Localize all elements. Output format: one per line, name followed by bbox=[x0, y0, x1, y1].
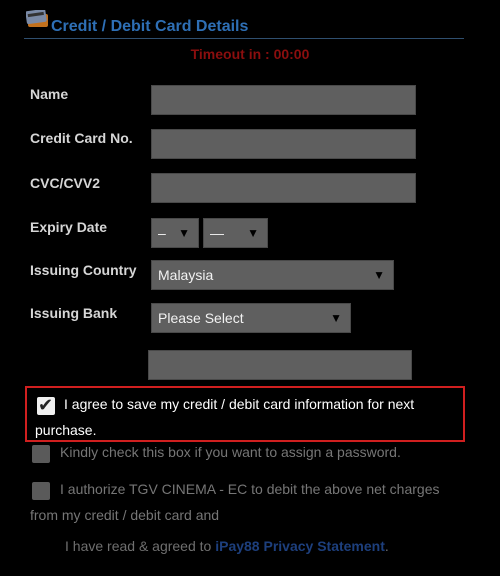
policy-suffix: . bbox=[384, 538, 389, 554]
issuing-country-label: Issuing Country bbox=[30, 262, 137, 278]
name-label: Name bbox=[30, 86, 69, 102]
card-number-label: Credit Card No. bbox=[30, 130, 133, 146]
cvc-input[interactable] bbox=[151, 173, 416, 203]
expiry-month-value: – bbox=[158, 225, 166, 241]
dropdown-arrow-icon: ▼ bbox=[178, 226, 190, 240]
card-number-input[interactable] bbox=[151, 129, 416, 159]
privacy-statement-link[interactable]: iPay88 Privacy Statement bbox=[215, 538, 385, 554]
assign-password-text: Kindly check this box if you want to ass… bbox=[60, 444, 401, 460]
expiry-year-value: — bbox=[210, 225, 224, 241]
policy-prefix: I have read & agreed to bbox=[65, 538, 216, 554]
extra-input[interactable] bbox=[148, 350, 412, 380]
dropdown-arrow-icon: ▼ bbox=[247, 226, 259, 240]
dropdown-arrow-icon: ▼ bbox=[330, 311, 342, 325]
save-card-text: I agree to save my credit / debit card i… bbox=[35, 396, 415, 438]
card-details-header: Credit / Debit Card Details bbox=[24, 8, 464, 39]
issuing-bank-value: Please Select bbox=[158, 310, 244, 326]
cvc-label: CVC/CVV2 bbox=[30, 175, 101, 191]
expiry-year-select[interactable]: — ▼ bbox=[203, 218, 268, 248]
issuing-country-select[interactable]: Malaysia ▼ bbox=[151, 260, 394, 290]
page-title: Credit / Debit Card Details bbox=[51, 18, 249, 35]
privacy-policy-line: I have read & agreed to iPay88 Privacy S… bbox=[65, 538, 389, 554]
credit-card-icon bbox=[26, 10, 48, 27]
dropdown-arrow-icon: ▼ bbox=[373, 268, 385, 282]
authorize-text: I authorize TGV CINEMA - EC to debit the… bbox=[30, 481, 440, 523]
issuing-bank-label: Issuing Bank bbox=[30, 305, 118, 321]
expiry-month-select[interactable]: – ▼ bbox=[151, 218, 199, 248]
assign-password-checkbox[interactable] bbox=[32, 445, 50, 463]
issuing-country-value: Malaysia bbox=[158, 267, 214, 283]
expiry-date-label: Expiry Date bbox=[30, 219, 108, 235]
issuing-bank-select[interactable]: Please Select ▼ bbox=[151, 303, 351, 333]
timeout-text: Timeout in : 00:00 bbox=[190, 46, 310, 62]
name-input[interactable] bbox=[151, 85, 416, 115]
